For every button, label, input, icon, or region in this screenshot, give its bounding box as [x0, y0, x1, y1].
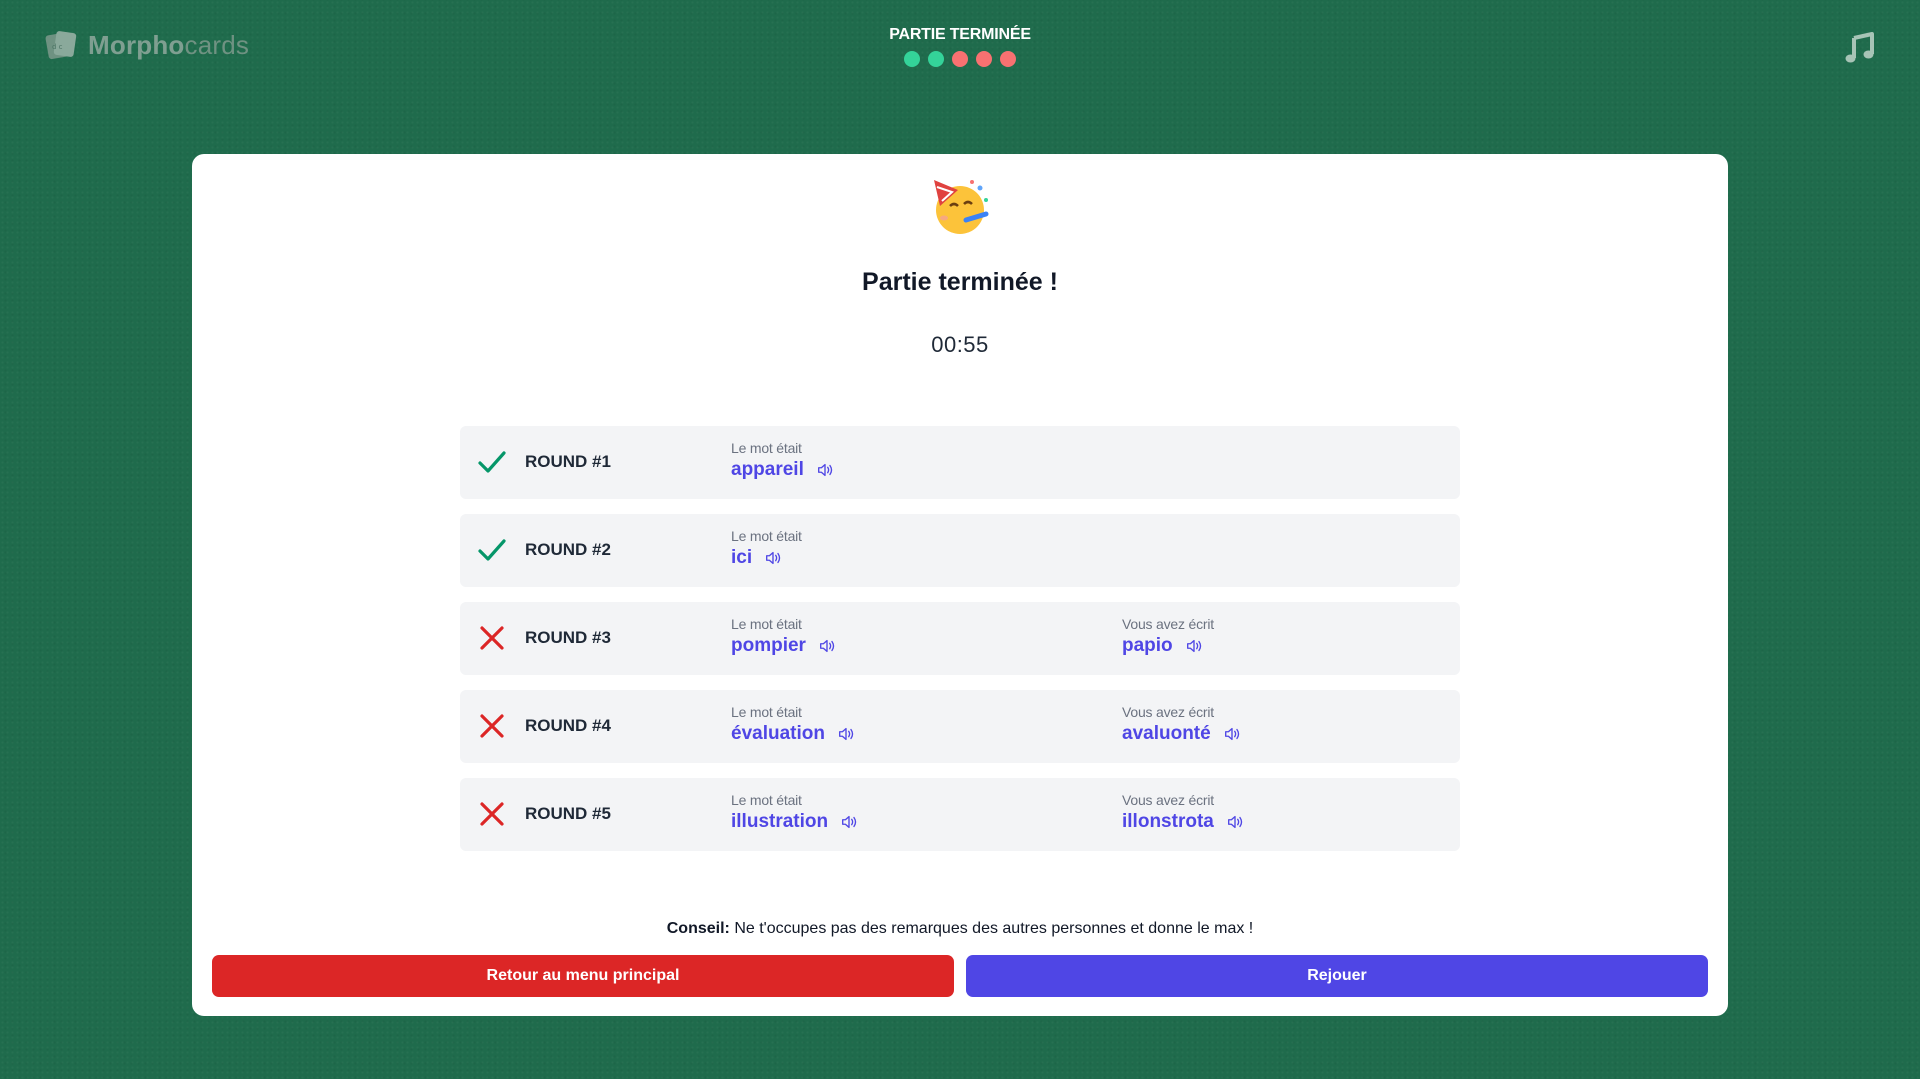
round-row: ROUND #1 Le mot était appareil: [460, 426, 1460, 499]
check-icon: [476, 446, 508, 478]
expected-word-caption: Le mot était: [731, 792, 802, 808]
speaker-icon[interactable]: [840, 813, 858, 831]
speaker-icon[interactable]: [837, 725, 855, 743]
written-word-value: avaluonté: [1122, 723, 1211, 744]
progress-dots: [0, 51, 1920, 67]
written-word-caption: Vous avez écrit: [1122, 616, 1214, 632]
expected-word: Le mot était ici: [731, 528, 802, 569]
round-label: ROUND #4: [525, 716, 611, 735]
progress-dot: [1000, 51, 1016, 67]
cross-icon: [476, 710, 508, 742]
cross-icon: [476, 622, 508, 654]
progress-dot: [952, 51, 968, 67]
expected-word-value: appareil: [731, 459, 804, 480]
written-word: Vous avez écrit illonstrota: [1122, 792, 1244, 833]
tip-text: Conseil: Ne t'occupes pas des remarques …: [192, 920, 1728, 938]
progress-dot: [976, 51, 992, 67]
check-icon: [476, 534, 508, 566]
round-label: ROUND #3: [525, 628, 611, 647]
game-status: PARTIE TERMINÉE: [0, 26, 1920, 67]
expected-word: Le mot était illustration: [731, 792, 858, 833]
expected-word-caption: Le mot était: [731, 704, 802, 720]
written-word: Vous avez écrit papio: [1122, 616, 1214, 657]
speaker-icon[interactable]: [818, 637, 836, 655]
expected-word-caption: Le mot était: [731, 616, 802, 632]
round-row: ROUND #4 Le mot était évaluation Vous avez …: [460, 690, 1460, 763]
replay-button[interactable]: Rejouer: [966, 955, 1708, 997]
written-word: Vous avez écrit avaluonté: [1122, 704, 1241, 745]
game-timer: 00:55: [931, 332, 989, 357]
speaker-icon[interactable]: [1223, 725, 1241, 743]
expected-word-value: pompier: [731, 635, 806, 656]
written-word-value: papio: [1122, 635, 1173, 656]
speaker-icon[interactable]: [1226, 813, 1244, 831]
written-word-caption: Vous avez écrit: [1122, 792, 1214, 808]
expected-word: Le mot était pompier: [731, 616, 836, 657]
expected-word: Le mot était évaluation: [731, 704, 855, 745]
party-face-icon: [934, 180, 989, 234]
round-row: ROUND #2 Le mot était ici: [460, 514, 1460, 587]
expected-word-caption: Le mot était: [731, 528, 802, 544]
written-word-caption: Vous avez écrit: [1122, 704, 1214, 720]
results-card: Partie terminée ! 00:55 ROUND #1 Le mot é…: [192, 154, 1728, 1016]
expected-word-caption: Le mot était: [731, 440, 802, 456]
tip-label: Conseil:: [666, 920, 730, 937]
status-title: PARTIE TERMINÉE: [889, 26, 1031, 43]
expected-word-value: illustration: [731, 811, 829, 832]
main-menu-button[interactable]: Retour au menu principal: [212, 955, 954, 997]
music-note-icon[interactable]: [1842, 30, 1878, 66]
round-row: ROUND #5 Le mot était illustration Vous ave…: [460, 778, 1460, 851]
tip-message: Ne t'occupes pas des remarques des autre…: [729, 920, 1254, 937]
progress-dot: [904, 51, 920, 67]
progress-dot: [928, 51, 944, 67]
celebration-emoji: [192, 174, 1728, 238]
cross-icon: [476, 798, 508, 830]
speaker-icon[interactable]: [1185, 637, 1203, 655]
round-label: ROUND #1: [525, 452, 611, 471]
round-label: ROUND #2: [525, 540, 611, 559]
round-label: ROUND #5: [525, 804, 611, 823]
expected-word-value: ici: [731, 547, 753, 568]
rounds-list: ROUND #1 Le mot était appareil ROUND #2 Le m…: [460, 426, 1460, 866]
card-title: Partie terminée !: [862, 268, 1058, 296]
speaker-icon[interactable]: [816, 461, 834, 479]
round-row: ROUND #3 Le mot était pompier Vous avez écr…: [460, 602, 1460, 675]
expected-word: Le mot était appareil: [731, 440, 834, 481]
expected-word-value: évaluation: [731, 723, 825, 744]
speaker-icon[interactable]: [764, 549, 782, 567]
written-word-value: illonstrota: [1122, 811, 1214, 832]
